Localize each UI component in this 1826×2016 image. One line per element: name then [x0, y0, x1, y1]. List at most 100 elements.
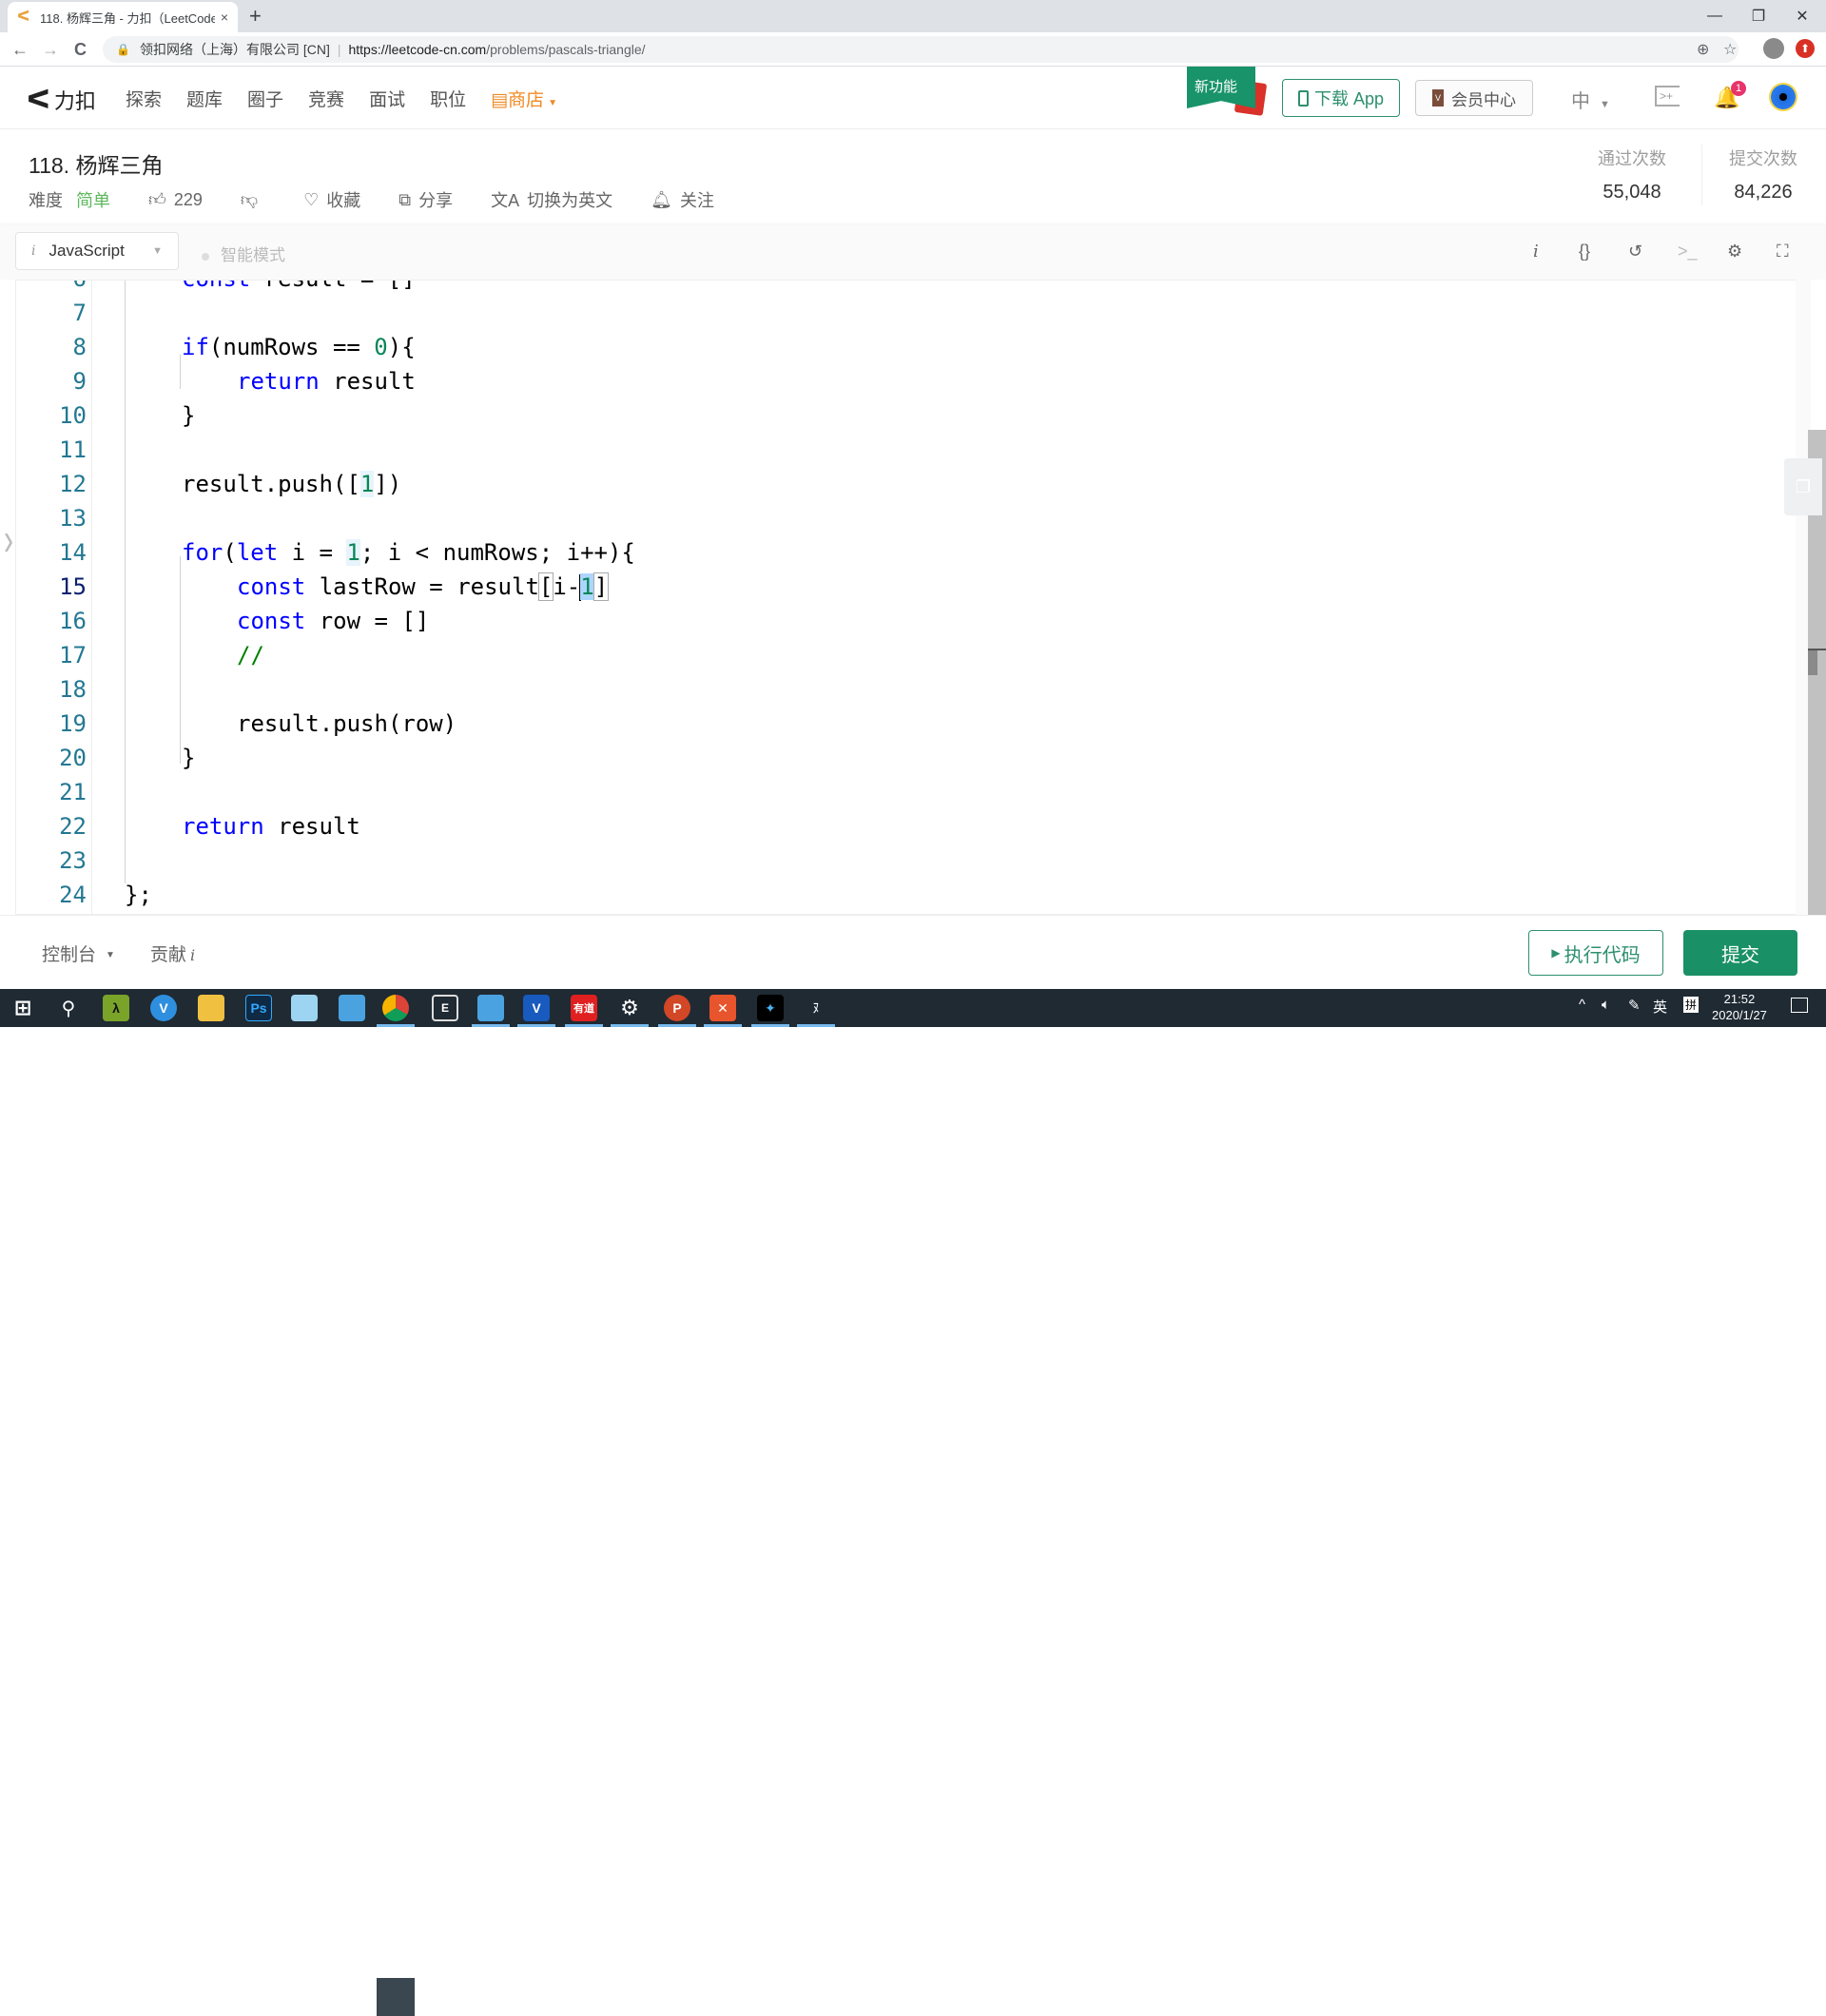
- editor-app-icon[interactable]: E: [432, 995, 458, 1021]
- file-explorer-icon[interactable]: [198, 995, 224, 1021]
- reset-code-icon[interactable]: ↺: [1628, 242, 1642, 262]
- photoshop-icon[interactable]: Ps: [245, 995, 272, 1021]
- floating-copy-icon[interactable]: ❐: [1784, 458, 1822, 515]
- address-bar[interactable]: 🔒 领扣网络（上海）有限公司 [CN] | https://leetcode-c…: [103, 36, 1739, 63]
- ime-mode[interactable]: 英: [1653, 997, 1667, 1017]
- reload-button[interactable]: C: [74, 40, 87, 59]
- tray-expand-icon[interactable]: ^: [1579, 997, 1585, 1013]
- volume-icon[interactable]: 🔈︎: [1602, 997, 1610, 1013]
- language-switcher[interactable]: 中 ▼: [1571, 86, 1610, 113]
- youdao-icon[interactable]: 有道: [571, 995, 597, 1021]
- info-icon: i: [190, 946, 196, 964]
- line-number: 11: [59, 436, 87, 463]
- code-line: 12 result.push([1]): [16, 467, 1728, 501]
- back-button[interactable]: ←: [11, 40, 29, 59]
- v-app-icon[interactable]: V: [150, 995, 177, 1021]
- code-line: 8 if(numRows == 0){: [16, 330, 1728, 364]
- pen-icon[interactable]: ✎: [1628, 997, 1641, 1014]
- windows-start-icon[interactable]: ⊞: [10, 995, 36, 1021]
- forward-button[interactable]: →: [42, 40, 59, 59]
- search-icon[interactable]: ⚲: [55, 995, 82, 1021]
- powerpoint-icon[interactable]: P: [664, 995, 690, 1021]
- terminal-icon[interactable]: >_: [1678, 242, 1698, 262]
- favorite-label: 收藏: [326, 191, 361, 210]
- zoom-icon[interactable]: ⊕: [1697, 40, 1709, 59]
- code-line: 20}: [16, 741, 1728, 775]
- problem-header: 118. 杨辉三角 难度 简单 👍︎ 229 👎︎ ♡ 收藏 ⧉ 分享 文A 切…: [0, 130, 1826, 223]
- site-navbar: ᐸ 力扣 探索 题库 圈子 竞赛 面试 职位 ▤商店 ▼: [0, 67, 1826, 129]
- extension-icon[interactable]: ⬆: [1796, 39, 1815, 58]
- profile-avatar[interactable]: [1763, 38, 1784, 59]
- new-tab-button[interactable]: +: [249, 6, 262, 27]
- lambda-app-icon[interactable]: λ: [103, 995, 129, 1021]
- contribute-button[interactable]: 贡献 i: [150, 940, 195, 966]
- visio-icon[interactable]: V: [523, 995, 550, 1021]
- code-line: 13: [16, 501, 1728, 535]
- battlenet-icon[interactable]: ✦: [757, 995, 784, 1021]
- ime-pinyin[interactable]: 拼: [1683, 997, 1700, 1013]
- control-panel-icon[interactable]: [339, 995, 365, 1021]
- nav-jobs[interactable]: 职位: [430, 86, 466, 111]
- info-icon[interactable]: i: [1533, 242, 1539, 262]
- token-keyword: const: [237, 608, 306, 634]
- token-keyword: return: [237, 368, 320, 395]
- dislike-button[interactable]: 👎︎: [241, 189, 265, 210]
- share-button[interactable]: ⧉ 分享: [398, 187, 453, 212]
- line-number: 23: [59, 847, 87, 874]
- run-code-button[interactable]: ▶ 执行代码: [1528, 930, 1663, 976]
- fullscreen-icon[interactable]: ⛶: [1777, 242, 1789, 262]
- playground-icon[interactable]: >+: [1655, 86, 1680, 107]
- settings-gear-icon[interactable]: ⚙: [616, 995, 643, 1021]
- thumbs-up-icon: 👍︎: [148, 190, 166, 209]
- token-text: ]): [374, 471, 402, 497]
- nav-explore[interactable]: 探索: [126, 86, 162, 111]
- line-number: 9: [72, 368, 87, 395]
- token-text: (numRows ==: [208, 334, 375, 360]
- remote-desktop-icon[interactable]: [477, 995, 504, 1021]
- nav-interview[interactable]: 面试: [369, 86, 405, 111]
- chrome-icon[interactable]: [382, 995, 409, 1021]
- action-center-icon[interactable]: [1791, 998, 1808, 1013]
- language-select[interactable]: i JavaScript ▼: [15, 232, 179, 270]
- problem-title: 118. 杨辉三角: [29, 153, 164, 178]
- nav-circle[interactable]: 圈子: [247, 86, 283, 111]
- token-ident: result: [319, 368, 416, 395]
- code-editor[interactable]: 6const result = [] 7 8if(numRows == 0){ …: [15, 280, 1811, 915]
- site-organization: 领扣网络（上海）有限公司 [CN]: [139, 42, 330, 57]
- vip-center-button[interactable]: V 会员中心: [1415, 80, 1533, 116]
- like-button[interactable]: 👍︎ 229: [148, 189, 203, 210]
- app-icon[interactable]: ﾇ: [803, 995, 829, 1021]
- chevron-down-icon: ▼: [548, 98, 557, 108]
- favorite-button[interactable]: ♡ 收藏: [303, 187, 360, 212]
- panel-expand-handle-icon[interactable]: ›: [4, 515, 13, 567]
- token-keyword: const: [237, 573, 306, 600]
- xmind-icon[interactable]: ✕: [709, 995, 736, 1021]
- tab-close-icon[interactable]: ×: [221, 10, 228, 25]
- browser-tab[interactable]: ᐸ 118. 杨辉三角 - 力扣（LeetCode ×: [8, 2, 238, 32]
- switch-language-button[interactable]: 文A 切换为英文: [491, 187, 612, 212]
- notification-badge: 1: [1731, 81, 1746, 96]
- translate-icon: 文A: [491, 191, 520, 210]
- accepted-label: 通过次数: [1598, 149, 1666, 168]
- submit-button[interactable]: 提交: [1683, 930, 1797, 976]
- close-window-button[interactable]: ✕: [1780, 0, 1824, 32]
- smart-mode-toggle[interactable]: 智能模式: [202, 242, 285, 265]
- restore-button[interactable]: ❐: [1737, 0, 1780, 32]
- download-app-button[interactable]: 下载 App: [1282, 79, 1400, 117]
- clock-date: 2020/1/27: [1712, 1008, 1767, 1022]
- nav-shop[interactable]: ▤商店 ▼: [491, 86, 557, 111]
- live2d-app-icon[interactable]: [291, 995, 318, 1021]
- site-logo[interactable]: ᐸ 力扣: [27, 84, 96, 115]
- nav-contest[interactable]: 竞赛: [308, 86, 344, 111]
- settings-icon[interactable]: ⚙: [1727, 242, 1742, 262]
- bookmark-star-icon[interactable]: ☆: [1723, 40, 1737, 59]
- system-clock[interactable]: 21:52 2020/1/27: [1712, 991, 1767, 1023]
- format-code-icon[interactable]: {}: [1579, 242, 1590, 262]
- nav-problems[interactable]: 题库: [186, 86, 223, 111]
- token-text: result.push(row): [237, 710, 457, 737]
- follow-button[interactable]: 🔔︎ 关注: [651, 187, 714, 212]
- console-toggle[interactable]: 控制台 ▼: [42, 940, 115, 966]
- difficulty-value: 简单: [76, 191, 110, 210]
- user-avatar[interactable]: [1769, 83, 1797, 111]
- minimize-button[interactable]: —: [1693, 0, 1737, 32]
